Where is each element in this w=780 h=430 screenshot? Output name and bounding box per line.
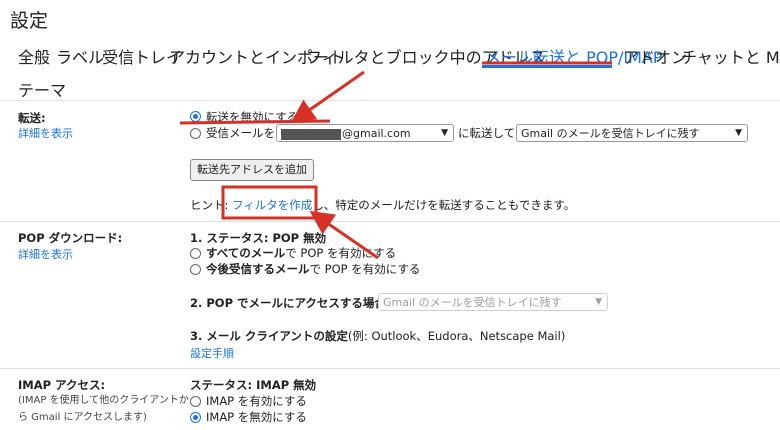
annotation-overlay [179, 61, 612, 260]
annotation-arrow-bottom [309, 210, 379, 260]
annotation-arrow-top [290, 70, 365, 124]
create-filter-highlight-box [221, 185, 318, 220]
disable-option-underline [179, 119, 331, 125]
